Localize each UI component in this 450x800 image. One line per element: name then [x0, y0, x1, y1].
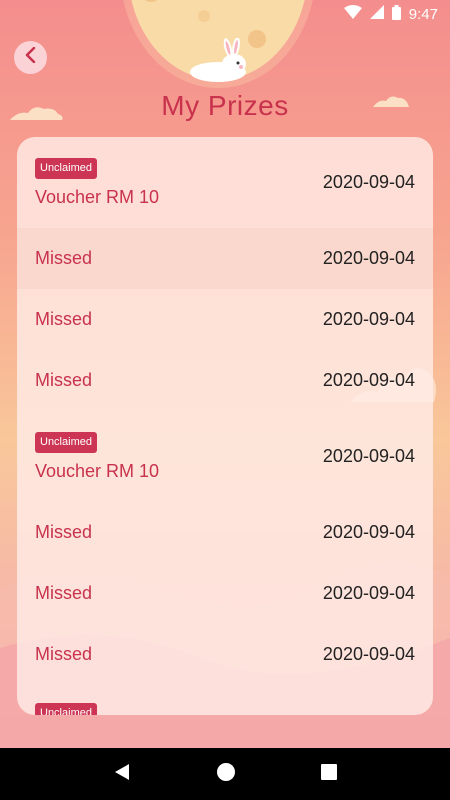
prize-name: Voucher RM 10	[35, 460, 160, 481]
system-navigation-bar	[0, 748, 450, 800]
status-time: 9:47	[408, 5, 438, 23]
prize-date: 2020-09-04	[322, 644, 415, 664]
prize-date: 2020-09-04	[322, 370, 415, 390]
status-badge: Unclaimed	[35, 703, 97, 715]
list-item[interactable]: Missed 2020-09-04	[17, 624, 433, 685]
prize-date: 2020-09-04	[322, 583, 415, 603]
back-button[interactable]	[14, 41, 47, 74]
wifi-icon	[343, 5, 362, 23]
battery-icon	[391, 4, 401, 24]
prize-name: Missed	[35, 583, 93, 603]
prize-name: Missed	[35, 522, 93, 542]
status-badge: Unclaimed	[35, 157, 97, 179]
list-item[interactable]: Missed 2020-09-04	[17, 502, 433, 563]
bunny-illustration	[190, 38, 246, 82]
prize-name: Missed	[35, 644, 93, 664]
list-item[interactable]: Missed 2020-09-04	[17, 289, 433, 350]
list-item[interactable]: Unclaimed Voucher RM 10 2020-09-04	[17, 137, 433, 228]
status-badge: Unclaimed	[35, 431, 97, 453]
signal-icon	[369, 5, 384, 23]
list-item[interactable]: Missed 2020-09-04	[17, 228, 433, 289]
prize-name: Missed	[35, 309, 93, 329]
page-title: My Prizes	[161, 90, 289, 121]
list-item[interactable]: Missed 2020-09-04	[17, 563, 433, 624]
status-bar: 9:47	[0, 0, 450, 28]
prize-name: Missed	[35, 370, 93, 390]
prize-list: Unclaimed Voucher RM 10 2020-09-04 Misse…	[17, 137, 433, 715]
circle-home-icon[interactable]	[216, 762, 236, 787]
square-recents-icon[interactable]	[321, 763, 338, 785]
list-item[interactable]: Unclaimed Voucher RM 10 2020-09-04	[17, 411, 433, 502]
prize-name: Missed	[35, 248, 93, 268]
prize-date: 2020-09-04	[322, 446, 415, 466]
list-item[interactable]: Unclaimed	[17, 685, 433, 715]
prize-date: 2020-09-04	[322, 309, 415, 329]
prize-date: 2020-09-04	[322, 522, 415, 542]
prize-date: 2020-09-04	[322, 248, 415, 268]
prize-date: 2020-09-04	[322, 172, 415, 192]
triangle-back-icon[interactable]	[113, 763, 131, 786]
chevron-left-icon	[24, 46, 38, 68]
prize-name: Voucher RM 10	[35, 186, 160, 207]
list-item[interactable]: Missed 2020-09-04	[17, 350, 433, 411]
